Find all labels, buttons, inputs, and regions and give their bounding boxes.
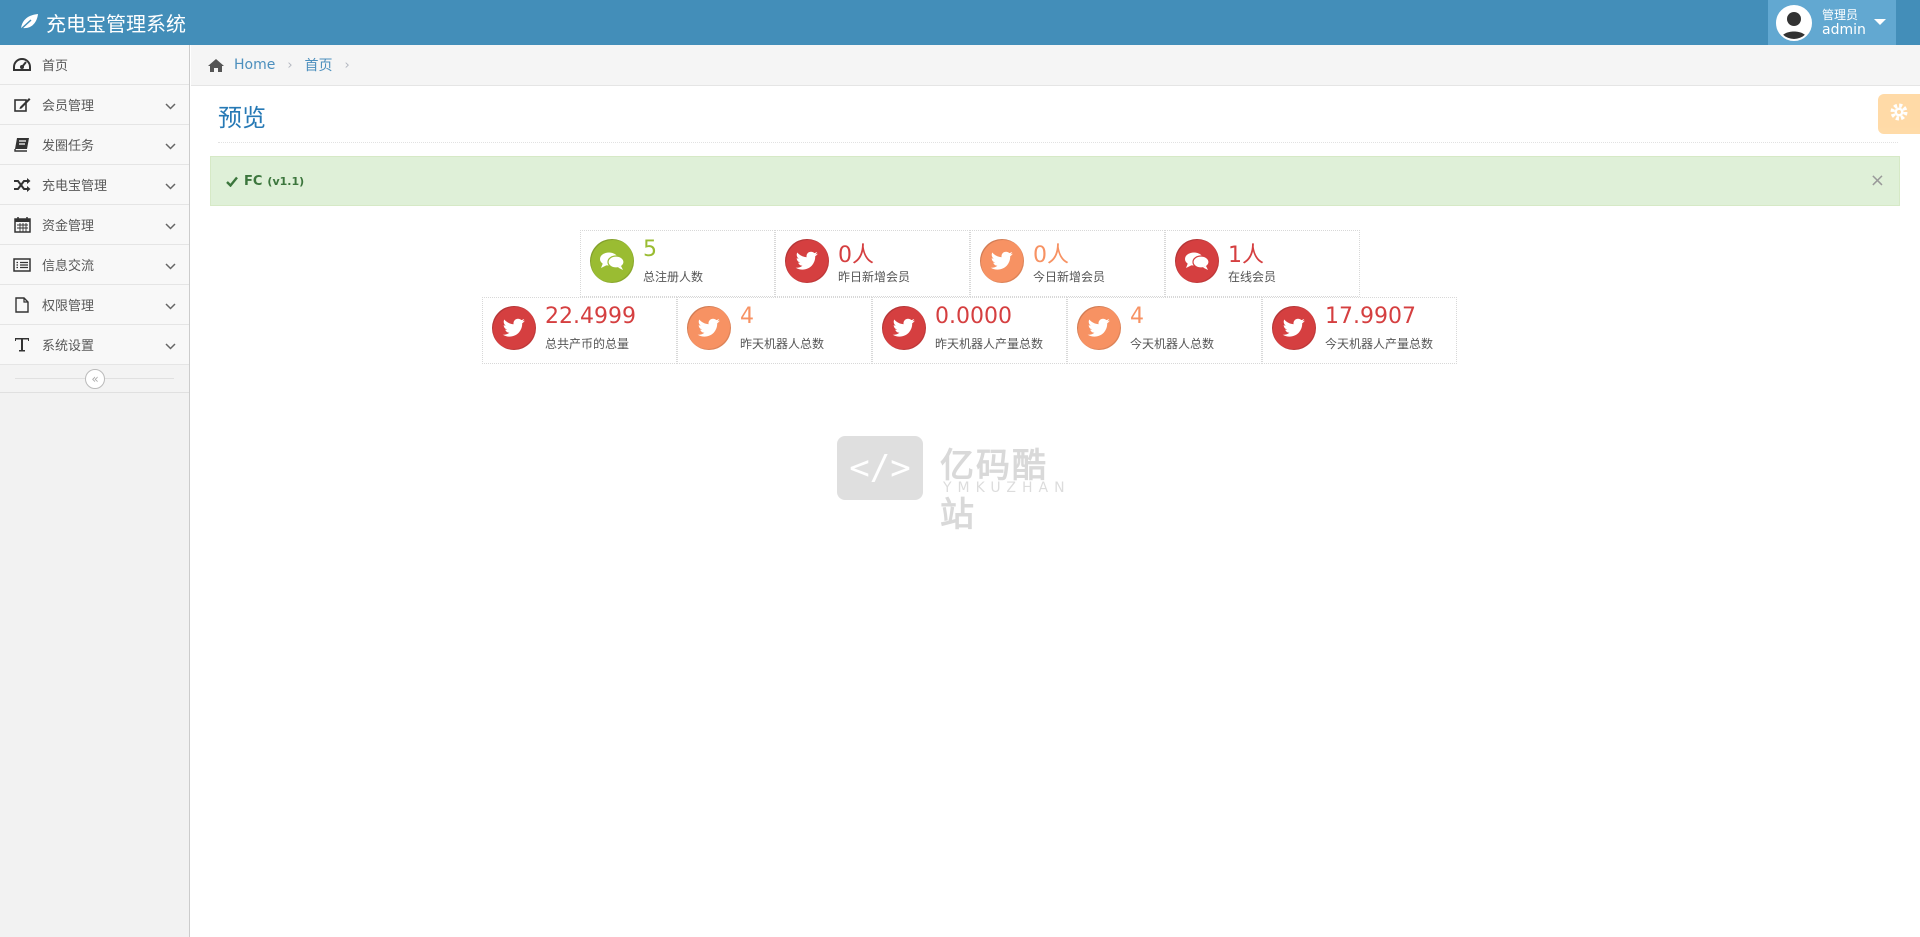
infobox-total-users: 5 总注册人数 — [580, 230, 775, 297]
stat-label: 在线会员 — [1228, 270, 1277, 284]
stat-value: 22.4999 — [545, 304, 636, 329]
user-info: 管理员 admin — [1822, 8, 1866, 38]
stat-value: 4 — [1130, 304, 1144, 329]
stat-label: 今天机器人总数 — [1130, 337, 1215, 351]
user-role: 管理员 — [1822, 7, 1859, 22]
page-title: 预览 — [218, 104, 266, 132]
close-icon[interactable]: × — [1870, 170, 1885, 191]
sidebar-item-label: 会员管理 — [42, 99, 95, 114]
list-icon — [11, 257, 33, 272]
infobox-yesterday-robots: 4 昨天机器人总数 — [677, 297, 872, 364]
sidebar-item-messages[interactable]: 信息交流 — [0, 245, 189, 285]
page-header: 预览 — [218, 98, 1898, 143]
stat-label: 昨日新增会员 — [838, 270, 911, 284]
sidebar-item-label: 信息交流 — [42, 259, 95, 274]
twitter-icon — [1272, 306, 1316, 350]
chevron-down-icon — [165, 139, 176, 154]
file-icon — [11, 296, 33, 313]
user-menu[interactable]: 管理员 admin — [1768, 0, 1896, 45]
comments-icon — [1175, 239, 1219, 283]
text-icon — [11, 337, 33, 352]
comments-icon — [590, 239, 634, 283]
alert-success: FC (v1.1) × — [210, 156, 1900, 206]
sidebar: 首页 会员管理 发圈任务 充电宝管理 资金管理 信息交流 权限管理 系统设置 « — [0, 45, 190, 937]
stat-value: 4 — [740, 304, 754, 329]
sidebar-item-label: 发圈任务 — [42, 139, 95, 154]
stat-label: 今天机器人产量总数 — [1325, 337, 1434, 351]
watermark-subtext: YMKUZHAN — [943, 480, 1071, 496]
dashboard-icon — [11, 57, 33, 73]
infobox-total-coins: 22.4999 总共产币的总量 — [482, 297, 677, 364]
twitter-icon — [492, 306, 536, 350]
code-icon: </> — [837, 436, 923, 500]
collapse-sidebar-button[interactable]: « — [85, 369, 105, 389]
infobox-online-members: 1人 在线会员 — [1165, 230, 1360, 297]
sidebar-item-finance[interactable]: 资金管理 — [0, 205, 189, 245]
twitter-icon — [882, 306, 926, 350]
breadcrumb-separator: › — [287, 57, 293, 73]
shuffle-icon — [11, 177, 33, 192]
sidebar-item-label: 首页 — [42, 59, 69, 74]
sidebar-item-label: 权限管理 — [42, 299, 95, 314]
alert-title: FC — [244, 173, 263, 189]
twitter-icon — [980, 239, 1024, 283]
user-name: admin — [1822, 21, 1866, 38]
twitter-icon — [687, 306, 731, 350]
infobox-today-robots: 4 今天机器人总数 — [1067, 297, 1262, 364]
chevron-down-icon — [165, 259, 176, 274]
sidebar-item-permissions[interactable]: 权限管理 — [0, 285, 189, 325]
stat-label: 今日新增会员 — [1033, 270, 1106, 284]
sidebar-item-label: 充电宝管理 — [42, 179, 108, 194]
twitter-icon — [1077, 306, 1121, 350]
stat-value: 5 — [643, 237, 657, 262]
alert-version: (v1.1) — [267, 174, 305, 188]
stat-value: 17.9907 — [1325, 304, 1416, 329]
leaf-icon — [18, 11, 40, 33]
watermark-logo: </> 亿码酷站 YMKUZHAN — [837, 436, 1082, 535]
brand[interactable]: 充电宝管理系统 — [18, 9, 186, 36]
check-icon — [226, 176, 238, 187]
caret-down-icon — [1874, 19, 1886, 25]
sidebar-item-label: 资金管理 — [42, 219, 95, 234]
calendar-icon — [11, 216, 33, 233]
chevron-down-icon — [165, 339, 176, 354]
sidebar-item-settings[interactable]: 系统设置 — [0, 325, 189, 365]
stat-label: 昨天机器人总数 — [740, 337, 825, 351]
breadcrumb-current-link[interactable]: 首页 — [305, 55, 333, 75]
infobox-yesterday-new-members: 0人 昨日新增会员 — [775, 230, 970, 297]
breadcrumb-separator: › — [344, 57, 350, 73]
breadcrumb: Home › 首页 › — [191, 45, 1920, 86]
chevron-down-icon — [165, 99, 176, 114]
home-icon — [207, 58, 225, 73]
stat-value: 0.0000 — [935, 304, 1012, 329]
sidebar-item-label: 系统设置 — [42, 339, 95, 354]
stat-label: 总注册人数 — [643, 270, 704, 284]
navbar: 充电宝管理系统 管理员 admin — [0, 0, 1920, 45]
double-angle-left-icon: « — [91, 372, 99, 386]
stat-value: 0人 — [1033, 243, 1069, 268]
infobox-yesterday-robot-output: 0.0000 昨天机器人产量总数 — [872, 297, 1067, 364]
stat-value: 1人 — [1228, 243, 1264, 268]
sidebar-item-home[interactable]: 首页 — [0, 45, 189, 85]
sidebar-item-powerbank[interactable]: 充电宝管理 — [0, 165, 189, 205]
edit-icon — [11, 97, 33, 113]
twitter-icon — [785, 239, 829, 283]
book-icon — [11, 137, 33, 152]
sidebar-item-members[interactable]: 会员管理 — [0, 85, 189, 125]
app-title: 充电宝管理系统 — [46, 11, 186, 36]
sidebar-collapse-bar: « — [0, 365, 189, 393]
infobox-today-new-members: 0人 今日新增会员 — [970, 230, 1165, 297]
sidebar-item-tasks[interactable]: 发圈任务 — [0, 125, 189, 165]
chevron-down-icon — [165, 179, 176, 194]
chevron-down-icon — [165, 219, 176, 234]
chevron-down-icon — [165, 299, 176, 314]
avatar — [1776, 4, 1812, 41]
stat-label: 总共产币的总量 — [545, 337, 630, 351]
breadcrumb-home-link[interactable]: Home — [234, 57, 275, 73]
infobox-today-robot-output: 17.9907 今天机器人产量总数 — [1262, 297, 1457, 364]
stat-label: 昨天机器人产量总数 — [935, 337, 1044, 351]
stat-value: 0人 — [838, 243, 874, 268]
